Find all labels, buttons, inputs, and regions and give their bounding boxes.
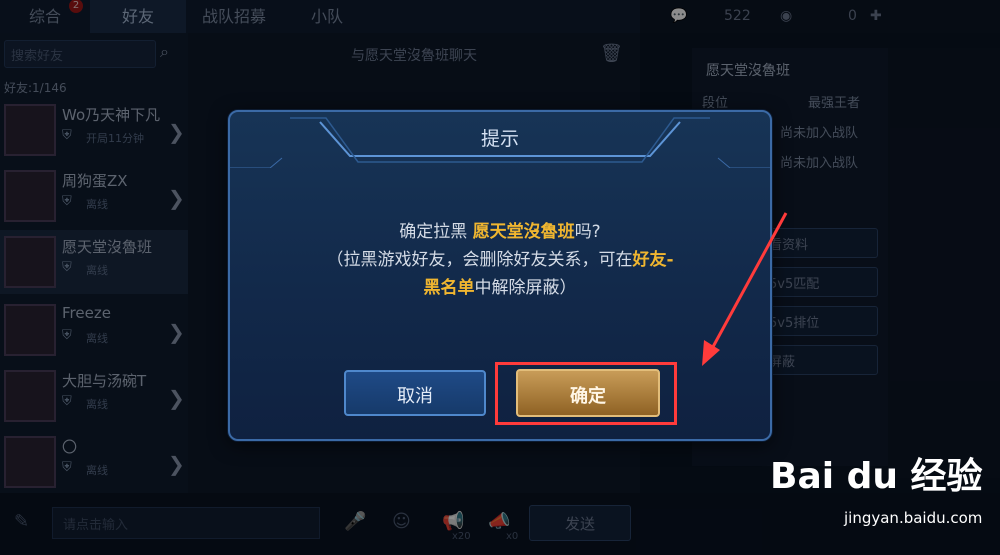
watermark-brand: Bai du 经验 xyxy=(770,456,983,497)
watermark-url: jingyan.baidu.com xyxy=(844,509,983,527)
baidu-watermark: Bai du 经验 jingyan.baidu.com xyxy=(770,447,990,547)
